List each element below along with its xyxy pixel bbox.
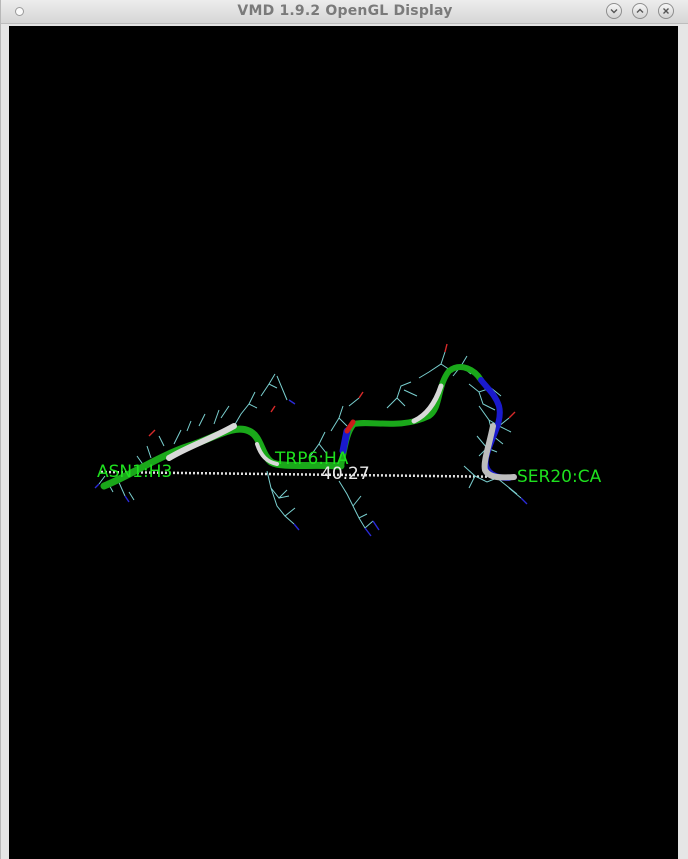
molecule-rendering — [94, 343, 528, 537]
side-chain-bonds — [98, 351, 522, 529]
close-icon — [663, 8, 669, 14]
window-left-edge — [1, 24, 9, 859]
window-right-edge — [678, 24, 688, 859]
window-title: VMD 1.9.2 OpenGL Display — [237, 3, 453, 19]
title-bar[interactable]: VMD 1.9.2 OpenGL Display — [1, 0, 688, 24]
chevron-down-icon — [610, 9, 618, 14]
maximize-button[interactable] — [632, 3, 648, 19]
vmd-display-window: VMD 1.9.2 OpenGL Display ASN1:H3 TRP6:HA… — [0, 0, 688, 859]
close-button[interactable] — [658, 3, 674, 19]
opengl-display-canvas[interactable]: ASN1:H3 TRP6:HA SER20:CA 40.27 — [9, 26, 678, 859]
heteroatom-bonds — [94, 343, 528, 537]
minimize-button[interactable] — [606, 3, 622, 19]
chevron-up-icon — [636, 8, 644, 13]
atom-label-ser20-ca: SER20:CA — [517, 467, 602, 487]
atom-label-asn1-h3: ASN1:H3 — [97, 462, 173, 482]
distance-value-label: 40.27 — [321, 464, 370, 484]
